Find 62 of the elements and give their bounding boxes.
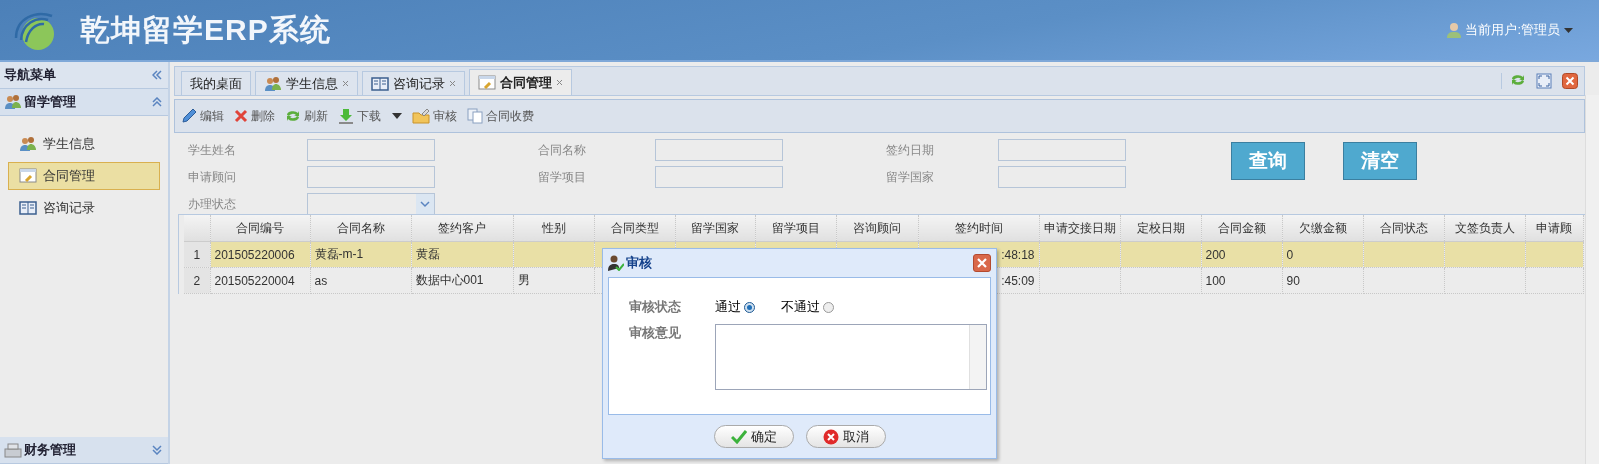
column-header[interactable]: 留学项目 (755, 215, 836, 242)
cancel-button[interactable]: 取消 (805, 425, 886, 448)
table-cell: as (310, 267, 411, 294)
confirm-button[interactable]: 确定 (713, 425, 794, 448)
row-number: 2 (184, 267, 210, 294)
table-cell: 200 (1201, 241, 1282, 268)
column-header[interactable]: 合同状态 (1363, 215, 1444, 242)
app-title: 乾坤留学ERP系统 (80, 11, 331, 48)
column-header[interactable]: 申请顾 (1525, 215, 1583, 242)
column-header[interactable]: 合同名称 (310, 215, 411, 242)
dialog-title: 审核 (626, 254, 652, 272)
column-header[interactable]: 留学国家 (675, 215, 755, 242)
toolbar-button[interactable]: 刷新 (285, 107, 328, 125)
table-cell: 黄磊 (411, 241, 513, 268)
table-cell: 0 (1282, 241, 1363, 268)
radio-label[interactable]: 不通过 (781, 298, 820, 316)
sidebar-section[interactable]: 留学管理 (0, 89, 168, 116)
tab[interactable]: 咨询记录 (362, 71, 465, 95)
column-header[interactable]: 欠缴金额 (1282, 215, 1363, 242)
field-label: 留学项目 (538, 168, 587, 186)
table-cell: 数据中心001 (411, 267, 513, 294)
table-cell: 201505220006 (210, 241, 310, 268)
table-cell: 男 (513, 267, 594, 294)
column-header[interactable]: 文签负责人 (1444, 215, 1525, 242)
table-cell: 90 (1282, 267, 1363, 294)
field-label: 合同名称 (538, 141, 587, 159)
section-title: 留学管理 (24, 93, 76, 111)
tab[interactable]: 学生信息 (255, 71, 358, 95)
toolbar-button[interactable]: 合同收费 (467, 107, 534, 125)
section-title: 财务管理 (24, 441, 76, 459)
column-header[interactable]: 合同金额 (1201, 215, 1282, 242)
field-label: 审核状态 (629, 298, 682, 316)
toolbar-button[interactable]: 审核 (412, 107, 457, 125)
column-header[interactable]: 合同类型 (594, 215, 675, 242)
sidebar-section[interactable]: 财务管理 (0, 437, 168, 464)
column-header[interactable]: 咨询顾问 (836, 215, 918, 242)
sidebar-item[interactable]: 学生信息 (8, 130, 160, 158)
field-label: 办理状态 (188, 195, 237, 213)
row-number: 1 (184, 241, 210, 268)
column-header[interactable]: 申请交接日期 (1039, 215, 1120, 242)
toolbar-button[interactable]: 下载 (338, 107, 402, 125)
column-header[interactable]: 性别 (513, 215, 594, 242)
sidebar-title: 导航菜单 (4, 66, 56, 84)
field-label: 申请顾问 (188, 168, 237, 186)
toolbar-button[interactable]: 删除 (234, 107, 275, 125)
field-label: 签约日期 (886, 141, 935, 159)
column-header[interactable]: 签约客户 (411, 215, 513, 242)
field-label: 留学国家 (886, 168, 935, 186)
field-label: 学生姓名 (188, 141, 237, 159)
field-label: 审核意见 (629, 324, 682, 342)
tab[interactable]: 我的桌面 (181, 71, 251, 95)
column-header[interactable]: 合同编号 (210, 215, 310, 242)
tab[interactable]: 合同管理 (469, 69, 572, 95)
toolbar-button[interactable]: 编辑 (181, 107, 224, 125)
table-cell: 黄磊-m-1 (310, 241, 411, 268)
sidebar-item[interactable]: 合同管理 (8, 162, 160, 190)
sidebar-item[interactable]: 咨询记录 (8, 194, 160, 222)
table-cell: 201505220004 (210, 267, 310, 294)
column-header[interactable]: 定校日期 (1120, 215, 1201, 242)
radio-label[interactable]: 通过 (715, 298, 741, 316)
table-cell: 100 (1201, 267, 1282, 294)
column-header[interactable]: 签约时间 (918, 215, 1039, 242)
